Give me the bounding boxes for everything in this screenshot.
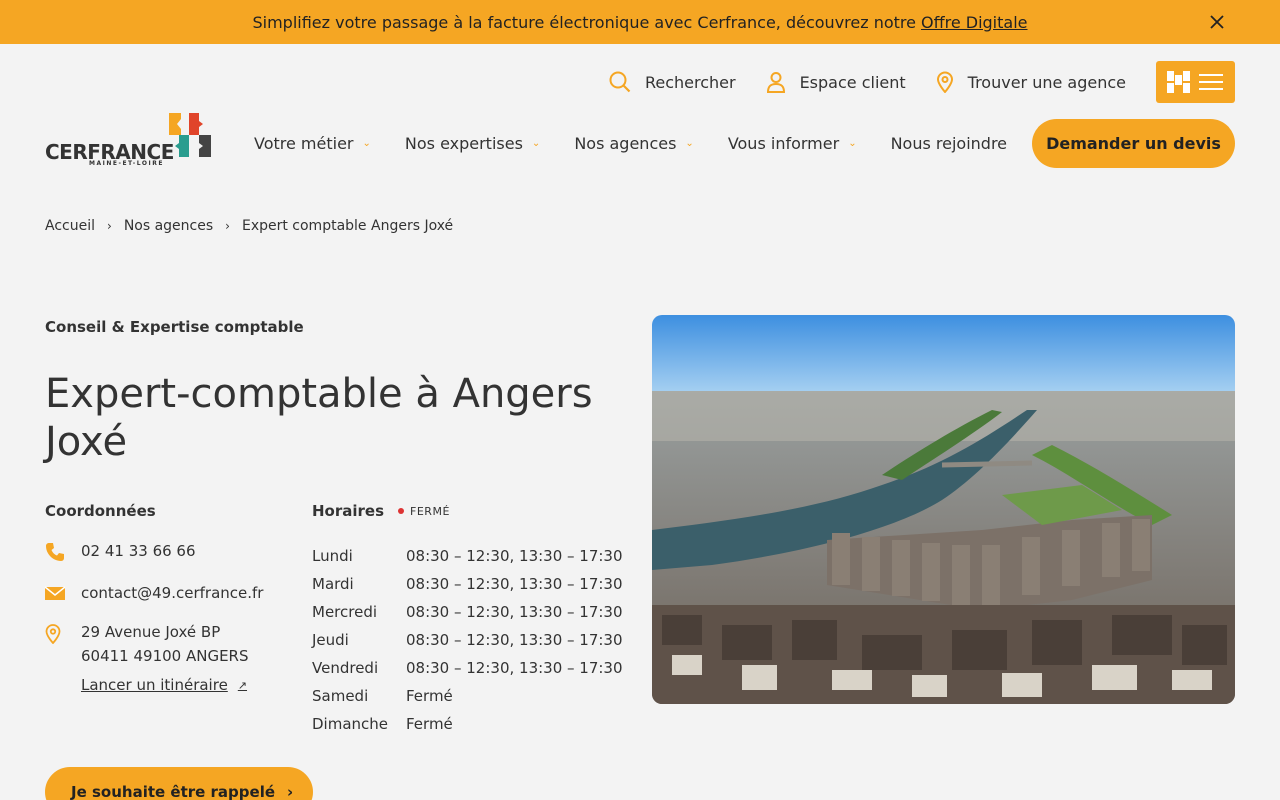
apps-icon [1167,71,1190,93]
menu-button[interactable] [1156,61,1235,103]
phone-icon [45,542,81,562]
hours-table: Lundi 08:30 – 12:30, 13:30 – 17:30 Mardi 0… [312,542,632,738]
external-arrow-icon: ↗ [237,678,248,692]
chevron-down-icon: ⌄ [848,137,857,149]
nav-vous-informer[interactable]: Vous informer ⌄ [728,134,857,153]
hours-row: Samedi Fermé [312,682,632,710]
hours-day: Mardi [312,575,354,593]
hours-time: Fermé [406,687,453,705]
close-icon[interactable] [1206,11,1228,33]
breadcrumb-agencies[interactable]: Nos agences [124,218,213,234]
email-address[interactable]: contact@49.cerfrance.fr [81,584,263,602]
hours-row: Mercredi 08:30 – 12:30, 13:30 – 17:30 [312,598,632,626]
email-row[interactable]: contact@49.cerfrance.fr [45,584,295,602]
logo-subtitle: MAINE-ET-LOIRE [89,160,164,167]
contact-heading: Coordonnées [45,502,156,520]
itinerary-link[interactable]: Lancer un itinéraire ↗ [81,676,295,694]
agency-city-photo [652,315,1235,704]
contact-section: Coordonnées 02 41 33 66 66 contact@49.ce… [45,502,295,694]
hours-row: Vendredi 08:30 – 12:30, 13:30 – 17:30 [312,654,632,682]
address-line-2: 60411 49100 ANGERS [81,647,249,665]
nav-nos-expertises[interactable]: Nos expertises ⌄ [405,134,540,153]
hours-day: Mercredi [312,603,378,621]
hours-time: 08:30 – 12:30, 13:30 – 17:30 [406,547,623,565]
address: 29 Avenue Joxé BP 60411 49100 ANGERS [81,620,249,668]
hours-time: 08:30 – 12:30, 13:30 – 17:30 [406,603,623,621]
logo[interactable]: CERFRANCE MAINE-ET-LOIRE [45,113,217,171]
map-pin-icon [45,624,81,644]
callback-label: Je souhaite être rappelé [71,783,276,800]
breadcrumb-current: Expert comptable Angers Joxé [241,218,454,234]
nav-nous-rejoindre[interactable]: Nous rejoindre [891,134,1007,153]
address-row: 29 Avenue Joxé BP 60411 49100 ANGERS [45,623,295,668]
page-eyebrow: Conseil & Expertise comptable [45,318,304,336]
nav-nos-agences[interactable]: Nos agences ⌄ [574,134,694,153]
chevron-down-icon: ⌄ [531,137,541,149]
search-label: Rechercher [644,72,736,92]
client-space-label: Espace client [799,72,906,92]
phone-number[interactable]: 02 41 33 66 66 [81,542,196,560]
chevron-down-icon: ⌄ [362,137,371,149]
nav-votre-metier[interactable]: Votre métier ⌄ [254,134,371,153]
status-badge: FERMÉ [398,505,450,518]
hours-day: Dimanche [312,715,389,733]
mail-icon [45,584,81,602]
chevron-right-icon: › [107,219,112,233]
banner-text: Simplifiez votre passage à la facture él… [252,12,916,32]
main-navigation: Votre métier ⌄ Nos expertises ⌄ Nos agence… [254,131,1041,155]
find-agency-label: Trouver une agence [967,72,1126,92]
nav-label: Nos expertises [404,133,523,153]
nav-label: Vous informer [727,133,840,153]
hours-day: Jeudi [312,631,349,649]
utility-bar: Rechercher Espace client Trouver une age… [609,61,1235,103]
map-pin-icon [936,71,953,93]
hours-day: Vendredi [312,659,379,677]
page-title: Expert-comptable à Angers Joxé [45,371,593,465]
itinerary-label: Lancer un itinéraire [81,676,228,694]
hours-row: Dimanche Fermé [312,710,632,738]
hours-row: Lundi 08:30 – 12:30, 13:30 – 17:30 [312,542,632,570]
search-icon [609,71,631,93]
hours-time: 08:30 – 12:30, 13:30 – 17:30 [406,575,623,593]
user-icon [766,72,785,93]
nav-label: Votre métier [254,133,354,153]
callback-button[interactable]: Je souhaite être rappelé › [45,767,313,800]
phone-row[interactable]: 02 41 33 66 66 [45,542,295,562]
breadcrumb: Accueil › Nos agences › Expert comptable… [45,218,453,234]
chevron-right-icon: › [287,783,294,800]
hours-time: Fermé [406,715,453,733]
status-dot-icon [398,508,405,514]
hours-section: Horaires FERMÉ Lundi 08:30 – 12:30, 13:30… [312,502,632,738]
chevron-right-icon: › [225,219,230,233]
hamburger-icon [1199,74,1223,90]
address-line-1: 29 Avenue Joxé BP [81,623,221,641]
hours-row: Mardi 08:30 – 12:30, 13:30 – 17:30 [312,570,632,598]
breadcrumb-home[interactable]: Accueil [45,218,95,234]
hours-time: 08:30 – 12:30, 13:30 – 17:30 [406,659,623,677]
announcement-banner: Simplifiez votre passage à la facture él… [0,0,1280,44]
search-link[interactable]: Rechercher [609,71,736,93]
status-label: FERMÉ [410,504,450,518]
nav-label: Nos agences [574,133,677,153]
hours-time: 08:30 – 12:30, 13:30 – 17:30 [406,631,623,649]
nav-label: Nous rejoindre [890,133,1008,153]
hours-row: Jeudi 08:30 – 12:30, 13:30 – 17:30 [312,626,632,654]
chevron-down-icon: ⌄ [685,137,694,149]
hours-heading: Horaires [312,502,385,520]
hours-day: Samedi [312,687,369,705]
find-agency-link[interactable]: Trouver une agence [936,71,1126,93]
request-quote-button[interactable]: Demander un devis [1032,119,1235,168]
hours-day: Lundi [312,547,353,565]
client-space-link[interactable]: Espace client [766,71,906,93]
banner-link[interactable]: Offre Digitale [921,13,1028,32]
